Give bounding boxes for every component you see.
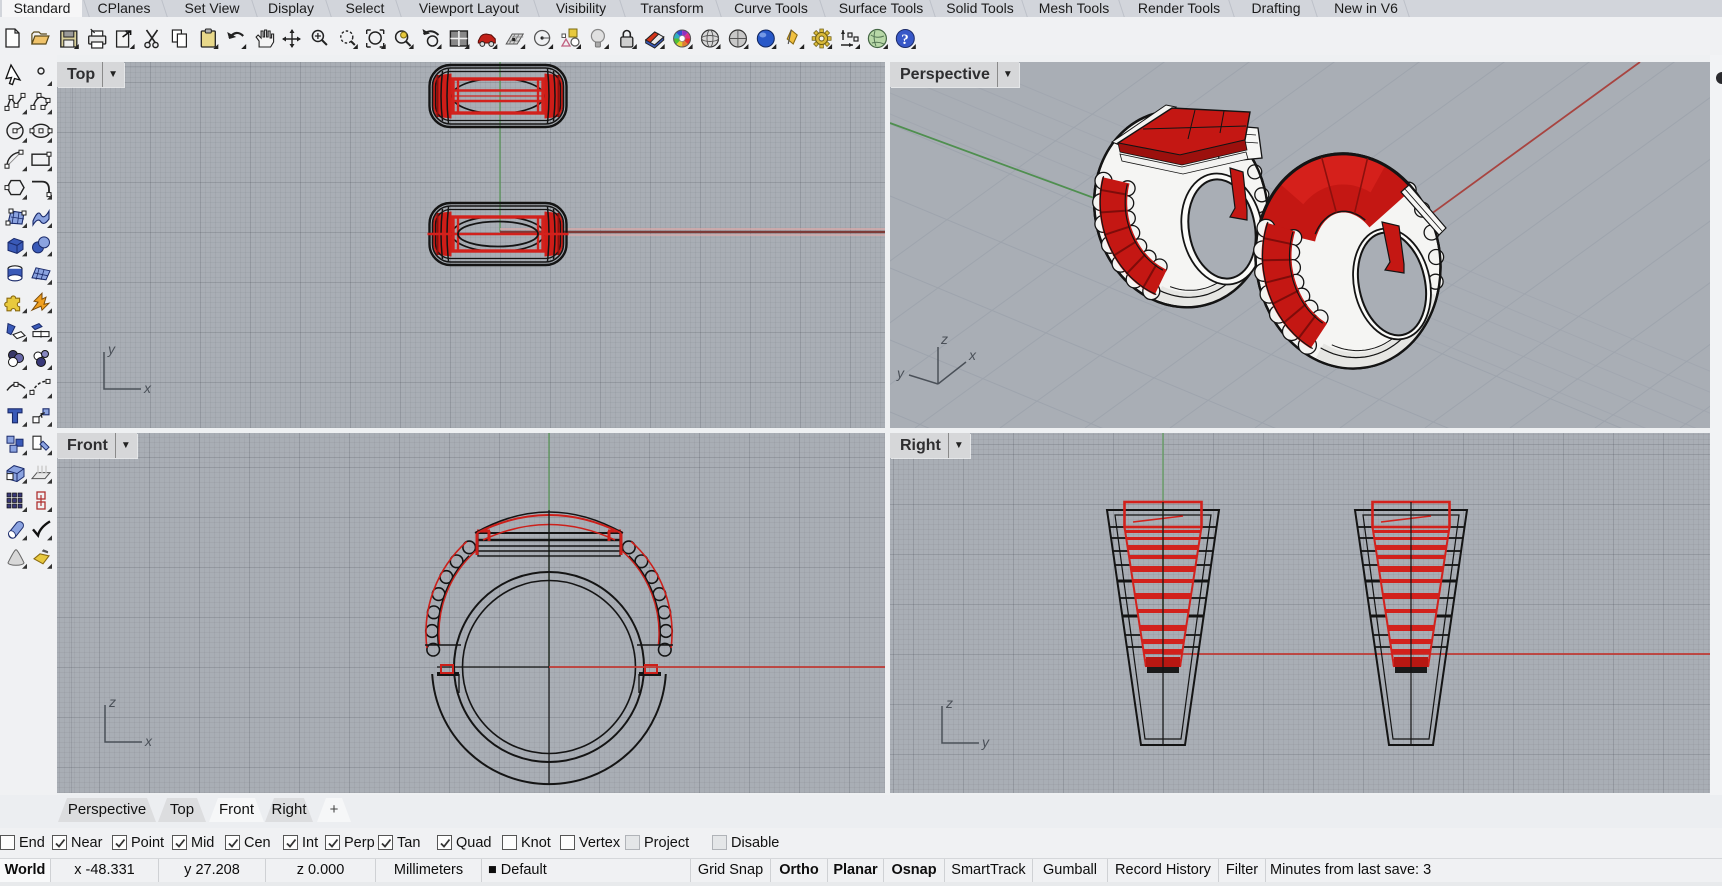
svg-text:?: ? — [901, 32, 909, 48]
svg-text:x: x — [143, 380, 152, 396]
svg-text:z: z — [940, 331, 948, 347]
svg-text:y: y — [981, 734, 990, 750]
svg-text:z: z — [945, 695, 953, 711]
svg-text:x: x — [968, 347, 977, 363]
svg-text:x: x — [144, 733, 153, 749]
svg-text:z: z — [108, 694, 116, 710]
svg-text:y: y — [896, 365, 905, 381]
svg-text:y: y — [107, 341, 116, 357]
